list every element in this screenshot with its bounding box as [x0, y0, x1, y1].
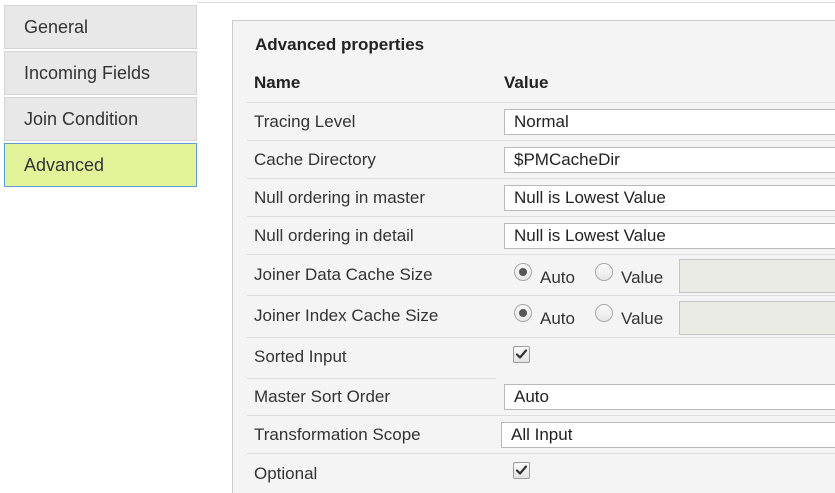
null-ordering-detail-value: Null is Lowest Value [514, 226, 666, 245]
row-divider [247, 378, 496, 379]
row-divider [247, 102, 835, 103]
optional-label: Optional [254, 464, 318, 483]
null-ordering-detail-label: Null ordering in detail [254, 226, 414, 245]
joiner-data-cache-value-label: Value [621, 268, 664, 287]
sidebar-item-advanced[interactable]: Advanced [4, 143, 197, 187]
cache-directory-label: Cache Directory [254, 150, 376, 169]
transformation-scope-value: All Input [511, 425, 573, 444]
null-ordering-master-value: Null is Lowest Value [514, 188, 666, 207]
cache-directory-input[interactable]: $PMCacheDir [504, 147, 835, 173]
row-divider [247, 254, 835, 255]
joiner-data-cache-auto-label: Auto [540, 268, 575, 287]
tracing-level-select[interactable]: Normal [504, 109, 835, 135]
joiner-index-cache-value-label: Value [621, 309, 664, 328]
sidebar-item-general[interactable]: General [4, 5, 197, 49]
sorted-input-label: Sorted Input [254, 347, 347, 366]
checkmark-icon [515, 465, 528, 475]
panel-title: Advanced properties [255, 35, 425, 54]
row-divider [247, 140, 835, 141]
sidebar-item-label: General [24, 16, 89, 37]
tracing-level-label: Tracing Level [254, 112, 356, 131]
sidebar-item-label: Incoming Fields [24, 62, 151, 83]
page: General Incoming Fields Join Condition A… [0, 0, 835, 493]
master-sort-order-label: Master Sort Order [254, 387, 391, 406]
sidebar-item-label: Advanced [24, 154, 105, 175]
joiner-index-cache-size-input[interactable] [679, 301, 835, 335]
joiner-data-cache-size-input[interactable] [679, 259, 835, 293]
joiner-index-cache-label: Joiner Index Cache Size [254, 306, 439, 325]
sidebar-item-label: Join Condition [24, 108, 139, 129]
joiner-index-cache-auto-radio[interactable] [514, 304, 532, 322]
sidebar-item-join-condition[interactable]: Join Condition [4, 97, 197, 141]
row-divider [247, 295, 835, 296]
master-sort-order-value: Auto [514, 387, 549, 406]
row-divider [247, 415, 835, 416]
row-divider [247, 178, 835, 179]
transformation-scope-select[interactable]: All Input [501, 422, 835, 448]
tracing-level-value: Normal [514, 112, 569, 131]
joiner-index-cache-value-radio[interactable] [595, 304, 613, 322]
joiner-index-cache-auto-label: Auto [540, 309, 575, 328]
cache-directory-value: $PMCacheDir [514, 150, 620, 169]
column-header-name: Name [254, 73, 301, 92]
joiner-data-cache-auto-radio[interactable] [514, 263, 532, 281]
master-sort-order-select[interactable]: Auto [504, 384, 835, 410]
transformation-scope-label: Transformation Scope [254, 425, 421, 444]
row-divider [247, 337, 835, 338]
column-header-value: Value [504, 73, 549, 92]
row-divider [247, 216, 835, 217]
row-divider [247, 453, 835, 454]
sidebar-item-incoming-fields[interactable]: Incoming Fields [4, 51, 197, 95]
null-ordering-master-label: Null ordering in master [254, 188, 426, 207]
null-ordering-master-select[interactable]: Null is Lowest Value [504, 185, 835, 211]
joiner-data-cache-value-radio[interactable] [595, 263, 613, 281]
top-divider [197, 2, 835, 3]
advanced-properties-panel: Advanced properties Name Value Tracing L… [232, 20, 835, 493]
null-ordering-detail-select[interactable]: Null is Lowest Value [504, 223, 835, 249]
optional-checkbox[interactable] [513, 462, 530, 479]
joiner-data-cache-label: Joiner Data Cache Size [254, 265, 433, 284]
checkmark-icon [515, 349, 528, 359]
sorted-input-checkbox[interactable] [513, 346, 530, 363]
